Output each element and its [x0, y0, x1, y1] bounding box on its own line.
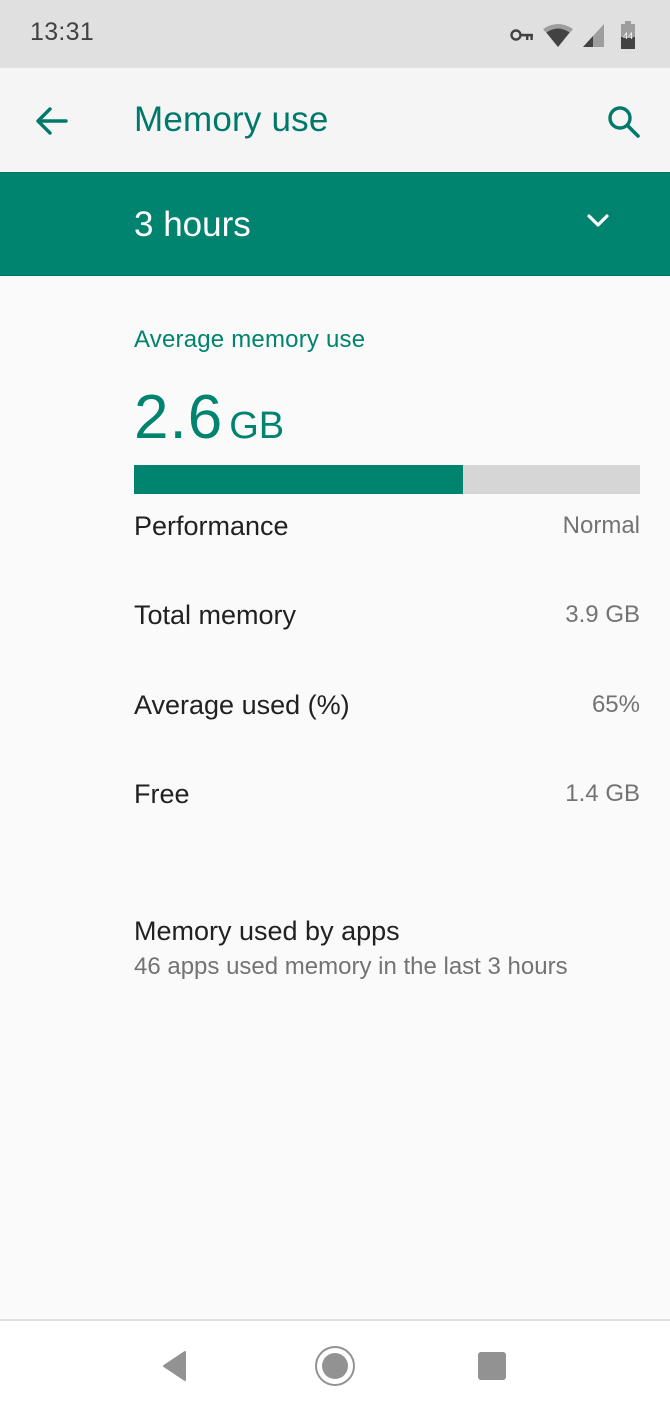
nav-recents-button[interactable] [467, 1341, 517, 1391]
stat-value: 3.9 GB [565, 601, 640, 628]
memory-usage-bar [134, 465, 640, 494]
apps-summary: 46 apps used memory in the last 3 hours [134, 953, 568, 980]
stat-row-average-used: Average used (%) 65% [134, 685, 640, 725]
apps-title: Memory used by apps [134, 916, 400, 946]
average-memory-number: 2.6 [134, 383, 224, 452]
stat-label: Total memory [134, 599, 297, 630]
average-memory-heading: Average memory use [134, 326, 366, 353]
toolbar: Memory use [0, 68, 670, 172]
nav-back-icon [163, 1351, 186, 1381]
wifi-icon [542, 23, 574, 47]
back-button[interactable] [24, 96, 80, 146]
stat-label: Free [134, 778, 190, 809]
battery-level: 44 [623, 31, 633, 41]
period-selected-label: 3 hours [134, 205, 251, 244]
stat-row-performance: Performance Normal [134, 506, 640, 546]
memory-usage-bar-fill [134, 465, 463, 494]
stat-label: Performance [134, 510, 289, 541]
battery-icon: 44 [620, 21, 636, 49]
stat-value: Normal [562, 512, 640, 539]
nav-recents-icon [478, 1352, 506, 1380]
search-button[interactable] [600, 98, 648, 146]
stat-label: Average used (%) [134, 689, 350, 720]
nav-home-icon [315, 1346, 355, 1386]
page-title: Memory use [134, 100, 329, 139]
vpn-key-icon [510, 28, 534, 42]
stat-row-total-memory: Total memory 3.9 GB [134, 595, 640, 635]
average-memory-value: 2.6 GB [134, 382, 284, 453]
chevron-down-icon [586, 213, 610, 234]
stat-row-free: Free 1.4 GB [134, 774, 640, 814]
search-icon [608, 106, 640, 138]
cell-signal-icon [582, 23, 606, 47]
period-dropdown[interactable]: 3 hours [0, 172, 670, 276]
average-memory-unit: GB [229, 405, 285, 447]
stat-value: 1.4 GB [565, 780, 640, 807]
nav-home-button[interactable] [310, 1341, 360, 1391]
navigation-bar [0, 1319, 670, 1408]
status-time: 13:31 [30, 18, 95, 46]
memory-used-by-apps-item[interactable]: Memory used by apps 46 apps used memory … [134, 916, 640, 981]
stat-value: 65% [591, 691, 640, 718]
status-bar: 13:31 44 [0, 0, 670, 68]
status-icons: 44 [510, 20, 636, 50]
arrow-left-icon [36, 107, 68, 135]
nav-back-button[interactable] [150, 1341, 200, 1391]
